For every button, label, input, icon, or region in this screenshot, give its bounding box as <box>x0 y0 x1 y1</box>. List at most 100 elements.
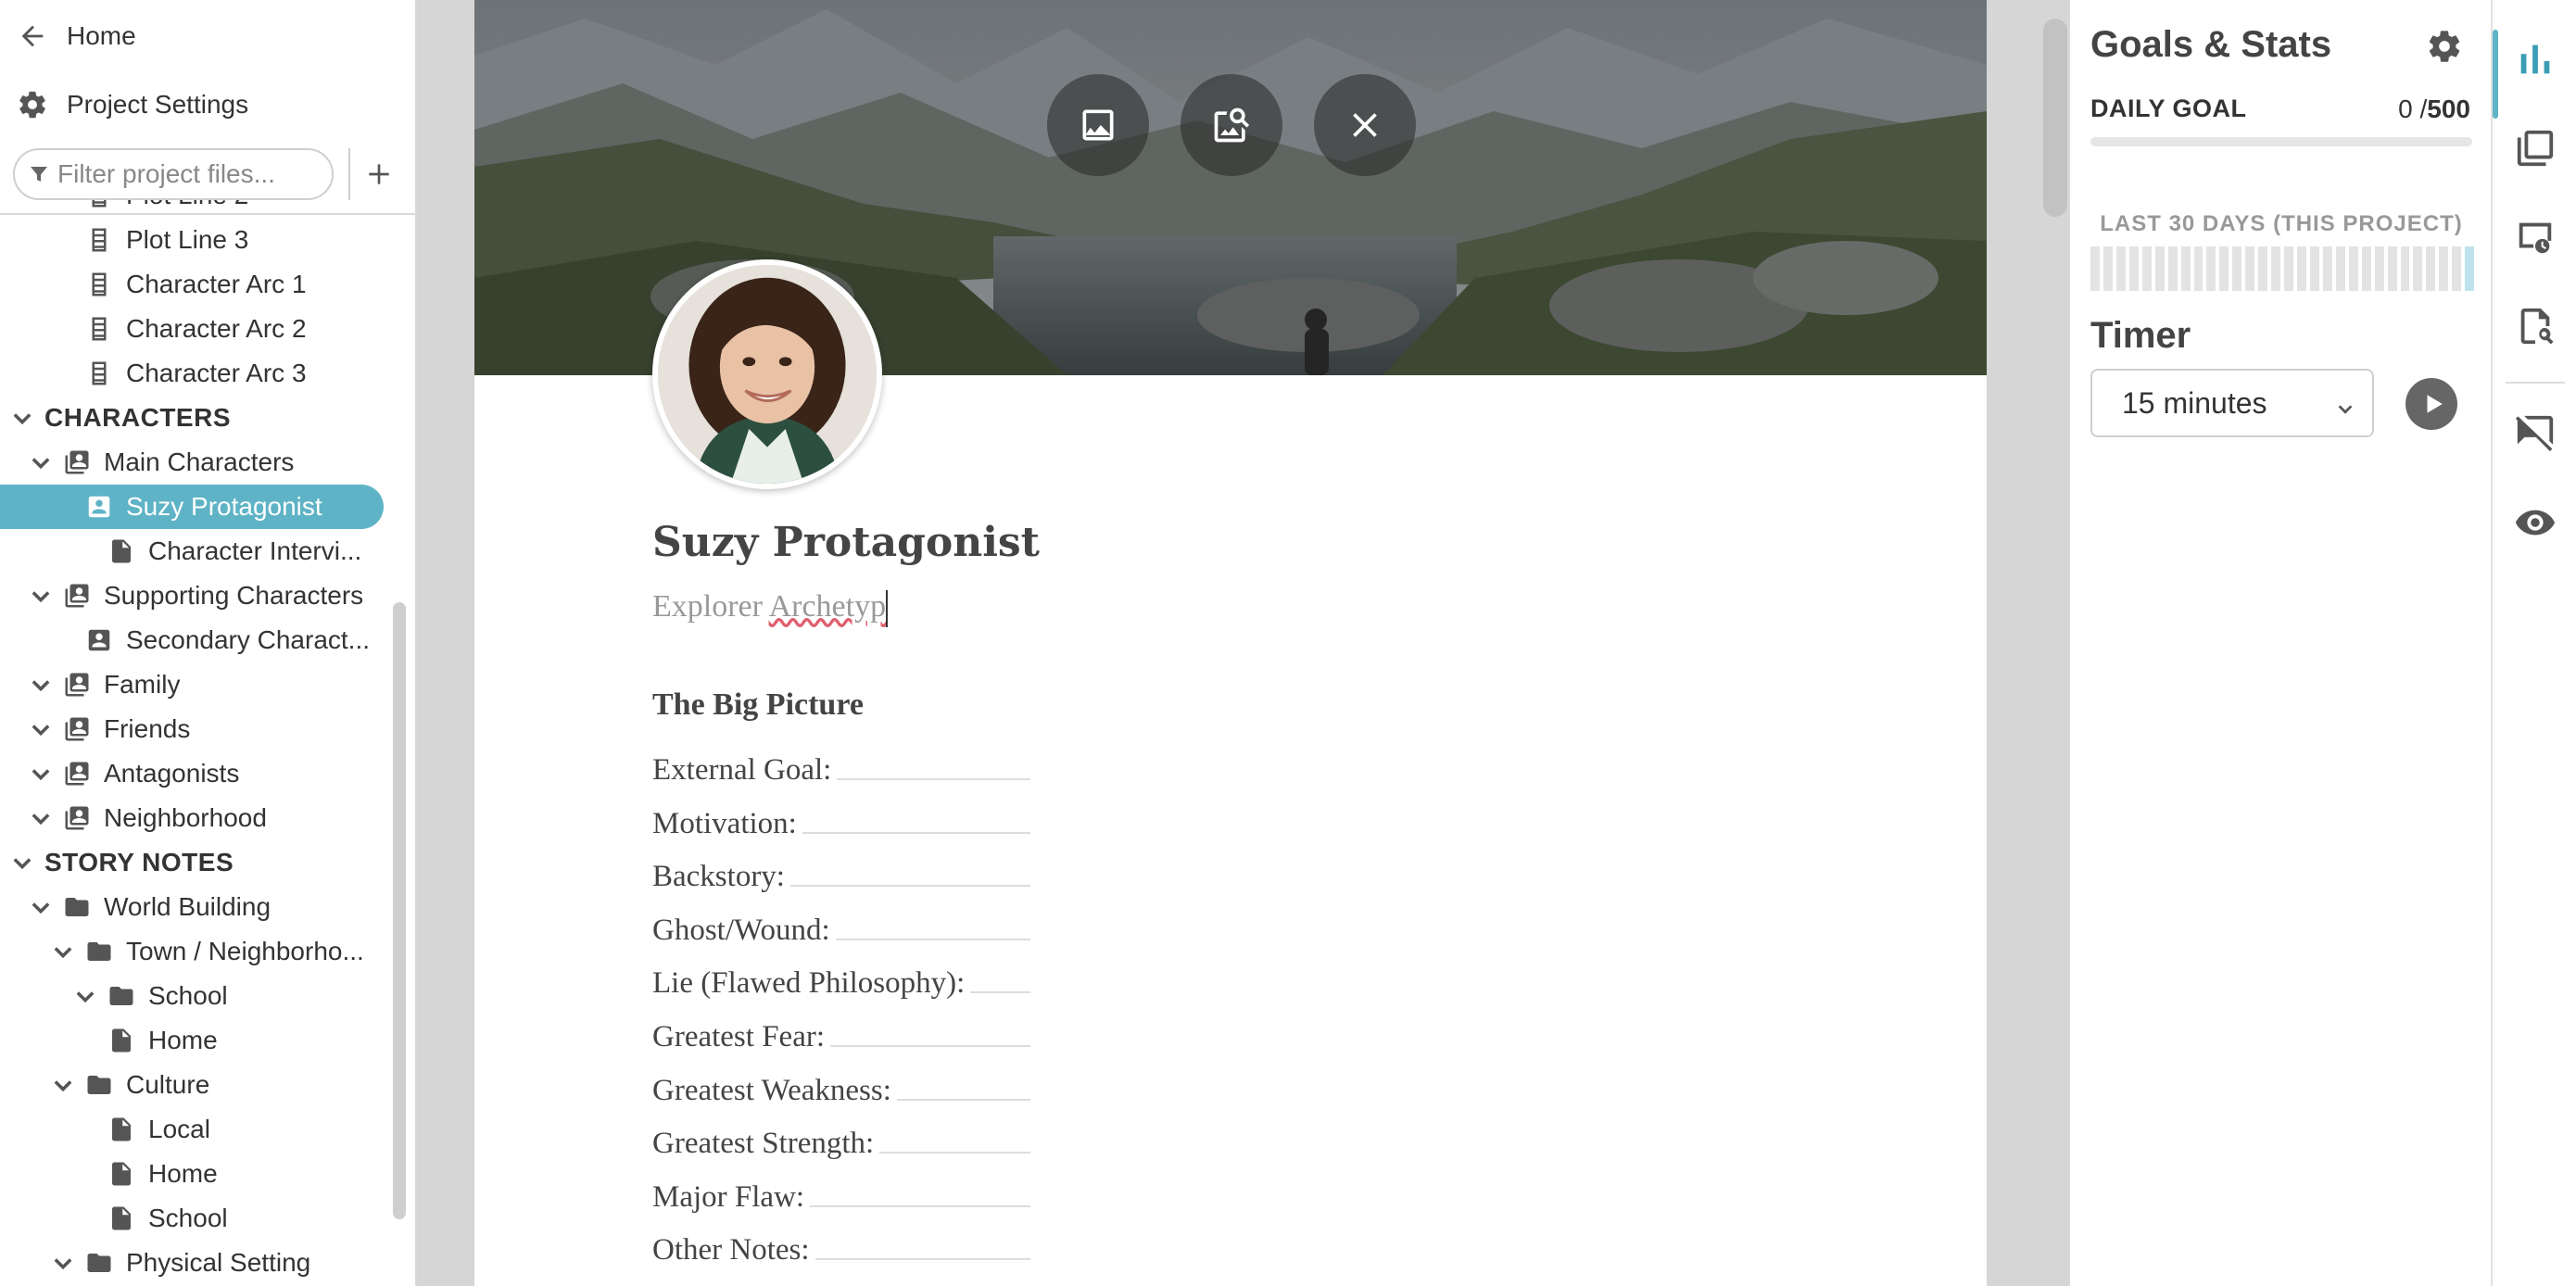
character-folder-icon <box>63 448 91 477</box>
character-field[interactable]: Backstory: <box>652 848 1030 894</box>
day-bar <box>2193 246 2203 291</box>
tree-section-header[interactable]: STORY NOTES <box>0 840 408 885</box>
character-field[interactable]: External Goal: <box>652 741 1031 788</box>
tree-item[interactable]: Plot Line 3 <box>0 218 408 262</box>
tree-item[interactable]: Family <box>0 662 408 707</box>
tree-item[interactable]: Home <box>0 1018 408 1063</box>
chevron-down-icon[interactable] <box>50 1250 76 1276</box>
field-input-line[interactable] <box>814 1258 1030 1261</box>
character-field[interactable]: Motivation: <box>652 795 1030 841</box>
outline-icon <box>85 314 113 344</box>
character-name[interactable]: Suzy Protagonist <box>652 519 1040 566</box>
portrait-image <box>658 265 877 484</box>
tree-item-label: Character Intervi... <box>148 536 362 565</box>
tree-item[interactable]: Local <box>0 1107 408 1152</box>
tree-item[interactable]: Plot Line 2 <box>0 200 408 218</box>
character-field[interactable]: Major Flaw: <box>652 1168 1031 1215</box>
chevron-down-icon[interactable] <box>72 983 98 1009</box>
project-settings-link[interactable]: Project Settings <box>0 72 415 137</box>
character-folder-icon <box>63 803 91 833</box>
chevron-down-icon[interactable] <box>28 805 54 831</box>
filter-divider <box>348 148 350 200</box>
rail-history[interactable] <box>2493 193 2576 282</box>
home-label: Home <box>67 21 136 50</box>
daily-goal-current: 0 <box>2398 95 2413 123</box>
character-field[interactable]: Greatest Weakness: <box>652 1062 1030 1108</box>
field-input-line[interactable] <box>896 1098 1030 1101</box>
tree-item-label: Physical Setting <box>126 1248 311 1277</box>
timer-play-button[interactable] <box>2406 378 2457 430</box>
day-bar <box>2348 246 2358 291</box>
tree-item[interactable]: Secondary Charact... <box>0 618 408 662</box>
tree-item[interactable]: Main Characters <box>0 440 408 485</box>
chevron-down-icon[interactable] <box>28 716 54 742</box>
tree-item-label: School <box>148 981 228 1010</box>
field-input-line[interactable] <box>789 885 1030 888</box>
tree-item[interactable]: Character Intervi... <box>0 529 408 574</box>
gear-icon <box>19 91 45 119</box>
tree-item[interactable]: School <box>0 974 408 1018</box>
tree-item[interactable]: Culture <box>0 1063 408 1107</box>
character-field[interactable]: Greatest Fear: <box>652 1008 1030 1054</box>
search-cover-image-button[interactable] <box>1181 74 1282 176</box>
chevron-down-icon <box>2335 393 2355 414</box>
timer-duration-select[interactable]: 15 minutes <box>2090 369 2374 437</box>
tree-item[interactable]: Character Arc 3 <box>0 351 408 396</box>
rail-goals-stats[interactable] <box>2493 15 2576 119</box>
tree-item[interactable]: Friends <box>0 707 408 751</box>
rail-boards[interactable] <box>2493 104 2576 193</box>
chevron-down-icon[interactable] <box>28 449 54 475</box>
field-input-line[interactable] <box>810 1204 1031 1207</box>
character-avatar[interactable] <box>652 259 882 489</box>
chevron-down-icon[interactable] <box>28 583 54 609</box>
character-field[interactable]: Other Notes: <box>652 1221 1030 1267</box>
character-archetype-field[interactable]: Explorer Archetyp <box>652 589 889 628</box>
character-field[interactable]: Ghost/Wound: <box>652 901 1030 948</box>
tree-item[interactable]: Physical Setting <box>0 1241 408 1285</box>
chevron-down-icon[interactable] <box>9 850 35 876</box>
tree-item[interactable]: World Building <box>0 885 408 929</box>
filter-input[interactable] <box>57 159 317 189</box>
tree-item[interactable]: Antagonists <box>0 751 408 796</box>
home-link[interactable]: Home <box>0 4 415 69</box>
panel-settings-button[interactable] <box>2426 28 2463 65</box>
add-file-button[interactable] <box>356 148 402 200</box>
daily-goal-count[interactable]: 0 /500 <box>2398 95 2470 124</box>
chevron-down-icon[interactable] <box>28 672 54 698</box>
rail-comments-toggle[interactable] <box>2493 389 2576 478</box>
field-input-line[interactable] <box>835 938 1030 940</box>
remove-cover-button[interactable] <box>1314 74 1416 176</box>
tree-item[interactable]: Supporting Characters <box>0 574 408 618</box>
rail-search-document[interactable] <box>2493 282 2576 371</box>
rail-preview[interactable] <box>2493 478 2576 567</box>
chevron-down-icon[interactable] <box>28 894 54 920</box>
chevron-down-icon[interactable] <box>50 1072 76 1098</box>
misspelled-word[interactable]: Archetyp <box>769 589 887 624</box>
chevron-down-icon[interactable] <box>28 761 54 787</box>
sidebar-scrollbar[interactable] <box>393 602 406 1219</box>
gear-icon <box>2429 31 2460 62</box>
field-input-line[interactable] <box>830 1045 1030 1047</box>
tree-item[interactable]: School <box>0 1196 408 1241</box>
field-input-line[interactable] <box>970 991 1031 994</box>
field-input-line[interactable] <box>802 831 1030 834</box>
tree-item[interactable]: Home <box>0 1152 408 1196</box>
chevron-down-icon[interactable] <box>50 939 76 964</box>
tree-item[interactable]: Town / Neighborho... <box>0 929 408 974</box>
tree-item[interactable]: Suzy Protagonist <box>0 485 384 529</box>
chevron-down-icon[interactable] <box>9 405 35 431</box>
change-cover-button[interactable] <box>1047 74 1149 176</box>
tree-item[interactable]: Character Arc 1 <box>0 262 408 307</box>
character-field[interactable]: Lie (Flawed Philosophy): <box>652 954 1031 1001</box>
tree-item[interactable]: Neighborhood <box>0 796 408 840</box>
editor-scrollbar[interactable] <box>2043 19 2067 217</box>
character-field[interactable]: Greatest Strength: <box>652 1115 1031 1161</box>
field-input-line[interactable] <box>879 1152 1031 1154</box>
tree-section-header[interactable]: CHARACTERS <box>0 396 408 440</box>
tree-item-label: STORY NOTES <box>44 848 234 876</box>
tree-item-label: Plot Line 2 <box>126 200 248 210</box>
rail-divider <box>2506 382 2565 384</box>
tree-item[interactable]: Character Arc 2 <box>0 307 408 351</box>
day-bar <box>2297 246 2306 291</box>
field-input-line[interactable] <box>837 778 1031 780</box>
